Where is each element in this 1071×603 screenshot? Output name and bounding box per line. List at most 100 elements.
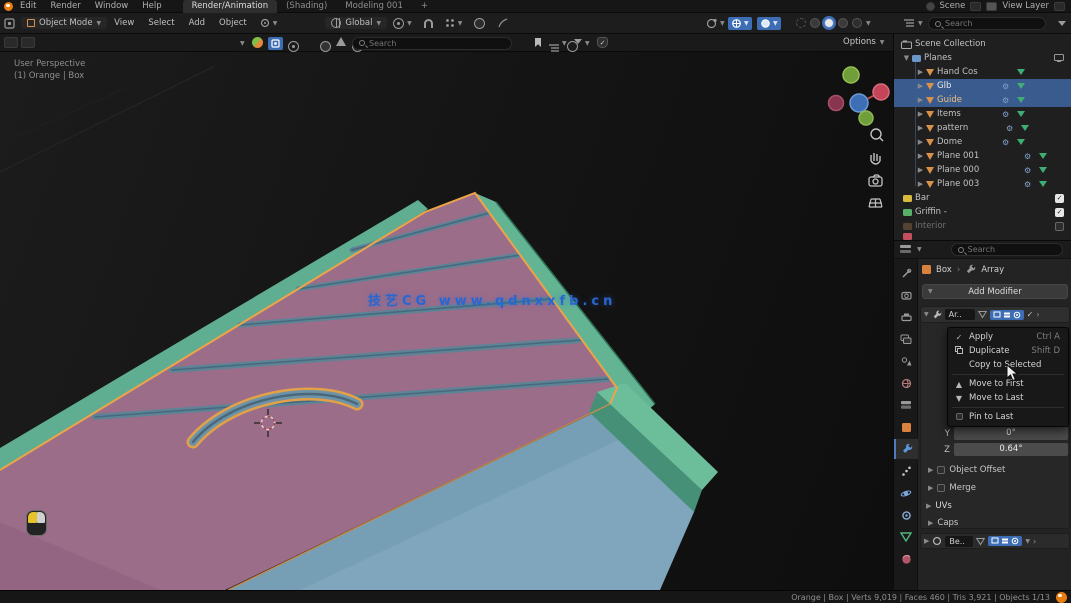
outliner-row-griffin[interactable]: Griffin - ✓ [894, 205, 1071, 219]
viewport-menu-add[interactable]: Add [182, 17, 212, 30]
value-field-y[interactable]: 0° [954, 427, 1068, 440]
checkbox-unchecked-icon[interactable]: ✓ [1055, 222, 1064, 231]
outliner-row-plane-001[interactable]: ▶ Plane 001 ⚙ [894, 149, 1071, 163]
matcap-sphere-icon[interactable] [252, 37, 263, 48]
section-uvs[interactable]: ▶ UVs [926, 501, 952, 511]
edit-mode-display-icon[interactable] [976, 537, 985, 546]
shading-extra-icon[interactable] [852, 18, 862, 28]
chevron-down-icon[interactable]: ▼ [917, 246, 922, 253]
outliner-row-interior[interactable]: Interior ✓ [894, 219, 1071, 233]
gizmo-dropdown[interactable]: ▼ [700, 18, 731, 29]
collapse-icon[interactable]: ▼ [924, 311, 929, 318]
display-toggle-group[interactable] [988, 536, 1022, 546]
expand-icon[interactable]: ▶ [916, 68, 925, 76]
viewport-gizmo-cluster[interactable] [820, 60, 893, 260]
outliner-filter-dropdown[interactable] [1052, 21, 1071, 26]
3d-viewport[interactable]: User Perspective (1) Orange | Box 技艺CG w… [0, 52, 893, 590]
snap-settings-dropdown[interactable]: ▼ [439, 18, 469, 28]
menu-help[interactable]: Help [135, 0, 168, 13]
blender-logo-icon[interactable] [4, 2, 13, 11]
menu-item-pin-to-last[interactable]: Pin to Last [948, 410, 1068, 424]
material-preview-icon[interactable] [824, 18, 834, 28]
extras-menu-icon[interactable]: › [1033, 537, 1036, 546]
new-scene-button[interactable] [970, 2, 981, 11]
modifier-array-header[interactable]: ▼ Ar.. ✓ › [920, 306, 1070, 323]
view-layer-selector[interactable]: View Layer [1002, 1, 1049, 11]
editor-type-icon[interactable] [899, 244, 912, 255]
outliner-row-plane-000[interactable]: ▶ Plane 000 ⚙ [894, 163, 1071, 177]
outliner-row-planes[interactable]: ▼ Planes [894, 51, 1071, 65]
tab-object-data[interactable] [894, 527, 918, 547]
collapse-icon[interactable]: ▼ [902, 54, 911, 62]
tab-output[interactable] [894, 307, 918, 327]
outliner-row-plane-003[interactable]: ▶ Plane 003 ⚙ [894, 177, 1071, 191]
active-filter-toggle[interactable] [268, 37, 283, 50]
tab-modifiers[interactable] [894, 439, 918, 459]
expand-icon[interactable]: ▶ [916, 152, 925, 160]
proportional-editing-dropdown[interactable]: ▼ [387, 18, 418, 29]
tool-icon-a[interactable] [4, 37, 18, 48]
outliner-search[interactable] [928, 17, 1046, 30]
menu-window[interactable]: Window [88, 0, 136, 13]
shading-dropdown[interactable]: ▼ [866, 20, 871, 27]
section-caps[interactable]: ▶ Caps [928, 518, 958, 528]
viewport-menu-view[interactable]: View [107, 17, 141, 30]
ghost-origins-toggle[interactable] [468, 18, 491, 29]
display-toggle-group[interactable] [990, 310, 1024, 320]
value-field-z[interactable]: 0.64° [954, 443, 1068, 456]
add-modifier-button[interactable]: ▼ Add Modifier [922, 284, 1068, 299]
menu-item-apply[interactable]: ✓ Apply Ctrl A [948, 330, 1068, 344]
outliner-row-items[interactable]: ▶ Items ⚙ [894, 107, 1071, 121]
filter-sphere-icon-1[interactable] [288, 41, 299, 52]
rendered-shading-icon[interactable] [838, 18, 848, 28]
shield-check-icon[interactable]: ✓ [597, 37, 608, 48]
modifier-name-field[interactable]: Ar.. [945, 309, 975, 320]
expand-icon[interactable]: ▶ [924, 537, 929, 545]
workspace-tab-modeling[interactable]: Modeling 001 [336, 0, 412, 13]
checkbox-checked-icon[interactable]: ✓ [1055, 194, 1064, 203]
section-object-offset[interactable]: ▶ Object Offset [928, 465, 1005, 475]
transform-pivot-dropdown[interactable]: ▼ [254, 18, 284, 28]
tab-scene[interactable] [894, 351, 918, 371]
chevron-down-icon[interactable]: ▼ [1025, 538, 1030, 545]
modifier-bevel-header[interactable]: ▶ Be.. ▼ › [920, 533, 1070, 549]
filter-sphere-icon-2[interactable] [320, 41, 331, 52]
tab-physics[interactable] [894, 483, 918, 503]
mode-selector[interactable]: Object Mode ▼ [21, 17, 107, 29]
annotate-tool-icon[interactable] [491, 17, 515, 29]
options-dropdown[interactable]: Options▼ [843, 37, 884, 47]
wireframe-shading-icon[interactable] [796, 18, 806, 28]
tool-icon-b[interactable] [21, 37, 35, 48]
outliner-row-dome[interactable]: ▶ Dome ⚙ [894, 135, 1071, 149]
checkbox-unchecked-icon[interactable] [937, 466, 945, 474]
chevron-down-icon[interactable]: ▼ [240, 40, 245, 47]
outliner-row-scene-collection[interactable]: Scene Collection [894, 37, 1071, 51]
expand-icon[interactable]: ▶ [916, 138, 925, 146]
extras-menu-icon[interactable]: › [1036, 310, 1039, 319]
outliner-search-input[interactable] [945, 19, 1039, 28]
expand-icon[interactable]: ▶ [916, 96, 925, 104]
toolbar-search-input[interactable] [369, 39, 505, 48]
filter-funnel-icon[interactable] [574, 39, 582, 44]
expand-icon[interactable]: ▶ [916, 166, 925, 174]
outliner-row-glb[interactable]: ▶ Glb ⚙ [894, 79, 1071, 93]
section-merge[interactable]: ▶ Merge [928, 483, 976, 493]
filter-cone-icon[interactable] [336, 37, 346, 46]
expand-icon[interactable]: ▶ [916, 82, 925, 90]
scene-selector[interactable]: Scene [940, 1, 966, 11]
outliner-row-bar[interactable]: Bar ✓ [894, 191, 1071, 205]
remove-view-layer-button[interactable] [1054, 2, 1065, 11]
viewport-menu-select[interactable]: Select [141, 17, 181, 30]
outliner-row-guide[interactable]: ▶ Guide ⚙ [894, 93, 1071, 107]
tab-tool[interactable] [894, 263, 918, 283]
properties-search-input[interactable] [968, 245, 1056, 254]
expand-icon[interactable]: ▶ [916, 110, 925, 118]
tab-world[interactable] [894, 373, 918, 393]
modifier-name-field[interactable]: Be.. [945, 536, 973, 547]
breadcrumb-object[interactable]: Box [936, 265, 952, 275]
overlays-toggle[interactable]: ▼ [728, 17, 752, 30]
tab-particles[interactable] [894, 461, 918, 481]
toolbar-search[interactable] [352, 37, 512, 50]
checkbox-checked-icon[interactable]: ✓ [1055, 208, 1064, 217]
tab-render[interactable] [894, 285, 918, 305]
